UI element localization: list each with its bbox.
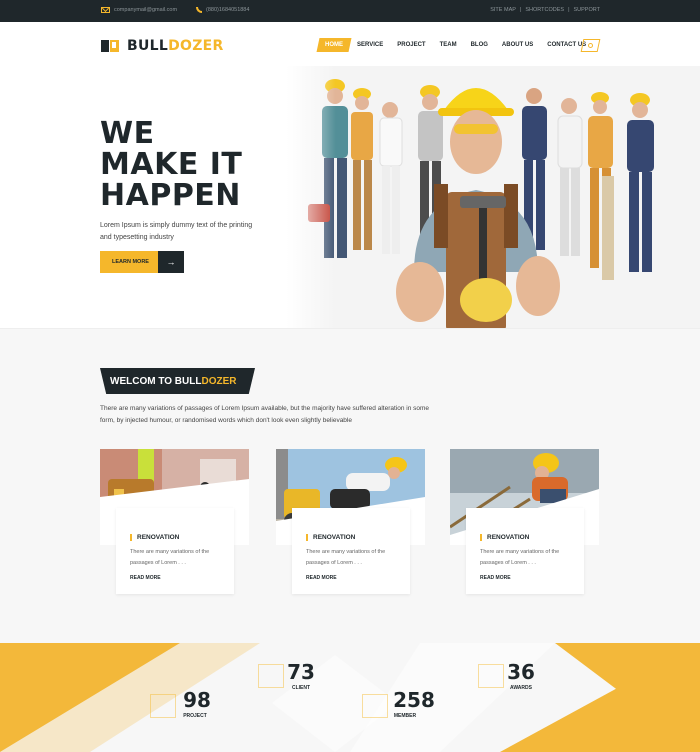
separator: | <box>519 7 522 13</box>
search-icon <box>588 43 593 48</box>
briefcase-icon <box>478 664 504 688</box>
logo-text-part1: BULL <box>127 38 169 54</box>
nav-service[interactable]: SERVICE <box>350 38 390 52</box>
welcome-title-part2: DOZER <box>201 376 237 387</box>
welcome-heading: WELCOM TO BULLDOZER <box>100 368 255 394</box>
email-text: companymail@gmail.com <box>114 7 178 13</box>
hero-headline: WE MAKE IT HAPPEN <box>100 118 242 211</box>
headline-line-2: MAKE IT <box>100 147 243 182</box>
support-link[interactable]: SUPPORT <box>574 7 601 13</box>
site-map-link[interactable]: SITE MAP <box>490 7 516 13</box>
stat-value: 73 <box>287 660 315 684</box>
service-card-2[interactable]: RENOVATION There are many variations of … <box>276 449 425 596</box>
welcome-intro-text: There are many variations of passages of… <box>100 405 430 424</box>
hero-lead-text: Lorem Ipsum is simply dummy text of the … <box>100 222 253 241</box>
main-nav: HOME SERVICE PROJECT TEAM BLOG ABOUT US … <box>316 38 593 52</box>
logo-text-part2: DOZER <box>168 38 224 54</box>
headline-line-3: HAPPEN <box>100 178 241 213</box>
learn-more-button[interactable]: LEARN MORE → <box>100 251 184 273</box>
card-title: RENOVATION <box>480 534 529 541</box>
phone-icon <box>196 7 202 13</box>
stat-project: 98 PROJECT <box>150 688 220 719</box>
briefcase-icon <box>258 664 284 688</box>
welcome-heading-text: WELCOM TO BULLDOZER <box>110 376 236 387</box>
read-more-link[interactable]: READ MORE <box>306 575 337 581</box>
card-content: RENOVATION There are many variations of … <box>292 508 410 594</box>
service-card-1[interactable]: RENOVATION There are many variations of … <box>100 449 249 596</box>
contact-email[interactable]: companymail@gmail.com <box>101 7 177 13</box>
nav-team[interactable]: TEAM <box>433 38 464 52</box>
welcome-title-part1: WELCOM TO BULL <box>110 376 202 387</box>
arrow-right-icon: → <box>158 251 184 273</box>
card-content: RENOVATION There are many variations of … <box>466 508 584 594</box>
top-links: SITE MAP | SHORTCODES | SUPPORT <box>490 7 600 13</box>
card-description: There are many variations of the passage… <box>130 549 210 566</box>
stat-label: PROJECT <box>183 713 207 719</box>
stats-section: 98 PROJECT 73 CLIENT 258 MEMBER 36 AWARD… <box>0 643 700 752</box>
logo-text: BULLDOZER <box>127 38 224 54</box>
stat-awards: 36 AWARDS <box>478 660 540 691</box>
top-bar: companymail@gmail.com (880)1684051884 SI… <box>0 0 700 22</box>
envelope-icon <box>101 7 110 13</box>
search-button[interactable] <box>580 39 601 52</box>
stat-value: 36 <box>507 660 535 684</box>
hero-section: WE MAKE IT HAPPEN Lorem Ipsum is simply … <box>0 66 700 329</box>
stat-label: AWARDS <box>510 685 532 691</box>
construction-workers-image <box>286 66 700 328</box>
separator: | <box>568 7 570 13</box>
shortcodes-link[interactable]: SHORTCODES <box>525 7 564 13</box>
nav-blog[interactable]: BLOG <box>464 38 495 52</box>
phone-text: (880)1684051884 <box>206 7 250 13</box>
learn-more-label: LEARN MORE <box>100 251 158 273</box>
contact-phone[interactable]: (880)1684051884 <box>196 7 249 13</box>
card-description: There are many variations of the passage… <box>306 549 386 566</box>
stat-value: 98 <box>183 688 211 712</box>
logo[interactable]: BULLDOZER <box>101 38 224 54</box>
main-header: BULLDOZER HOME SERVICE PROJECT TEAM BLOG… <box>0 22 700 66</box>
service-card-3[interactable]: RENOVATION There are many variations of … <box>450 449 599 596</box>
read-more-link[interactable]: READ MORE <box>130 575 161 581</box>
nav-project[interactable]: PROJECT <box>390 38 432 52</box>
stat-label: CLIENT <box>291 685 311 691</box>
logo-mark-icon <box>101 40 119 52</box>
nav-about-us[interactable]: ABOUT US <box>495 38 540 52</box>
stat-value: 258 <box>393 688 435 712</box>
stat-client: 73 CLIENT <box>258 660 320 691</box>
read-more-link[interactable]: READ MORE <box>480 575 511 581</box>
briefcase-icon <box>150 694 176 718</box>
nav-home[interactable]: HOME <box>316 38 352 52</box>
headline-line-1: WE <box>100 116 155 151</box>
briefcase-icon <box>362 694 388 718</box>
card-title: RENOVATION <box>130 534 179 541</box>
card-title: RENOVATION <box>306 534 355 541</box>
card-description: There are many variations of the passage… <box>480 549 560 566</box>
stats-background-pattern <box>0 643 700 752</box>
stat-member: 258 MEMBER <box>362 688 442 719</box>
card-content: RENOVATION There are many variations of … <box>116 508 234 594</box>
